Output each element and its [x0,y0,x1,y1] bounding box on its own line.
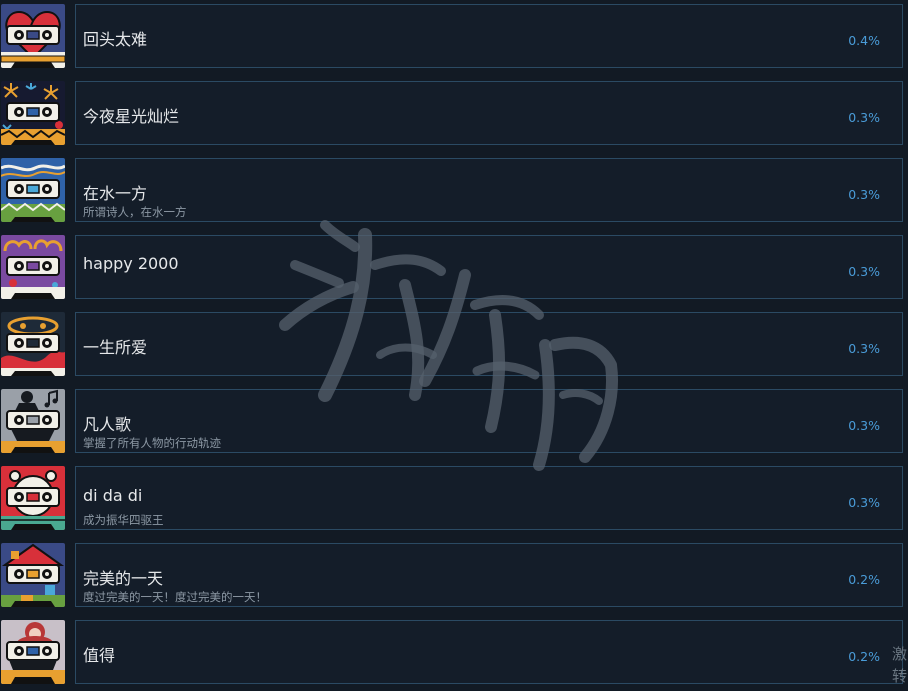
achievement-title: 今夜星光灿烂 [83,107,180,126]
corner-overlay-text: 激转 [892,645,908,685]
achievement-title: 凡人歌 [83,415,132,434]
achievement-title: di da di [83,486,143,505]
achievement-description: 成为振华四驱王 [83,513,164,527]
perfect-day-cassette-icon [1,543,65,607]
achievement-card: 在水一方 所谓诗人，在水一方 0.3% [75,158,903,222]
achievement-percent: 0.3% [848,341,880,356]
achievement-percent: 0.2% [848,649,880,664]
achievement-row[interactable]: 完美的一天 度过完美的一天！度过完美的一天！ 0.2% [0,543,908,609]
achievement-row[interactable]: di da di 成为振华四驱王 0.3% [0,466,908,532]
clock-cassette-icon [1,466,65,530]
achievement-card: 完美的一天 度过完美的一天！度过完美的一天！ 0.2% [75,543,903,607]
achievement-row[interactable]: 凡人歌 掌握了所有人物的行动轨迹 0.3% [0,389,908,455]
achievement-row[interactable]: 一生所爱 0.3% [0,312,908,378]
achievement-title: happy 2000 [83,254,179,273]
achievement-card: 值得 0.2% [75,620,903,684]
achievement-description: 所谓诗人，在水一方 [83,205,187,219]
achievement-row[interactable]: 值得 0.2% [0,620,908,686]
achievement-row[interactable]: 在水一方 所谓诗人，在水一方 0.3% [0,158,908,224]
achievement-percent: 0.4% [848,33,880,48]
achievement-title: 完美的一天 [83,569,164,588]
achievement-percent: 0.3% [848,264,880,279]
singer-cassette-icon [1,389,65,453]
achievement-title: 在水一方 [83,184,148,203]
achievement-description: 度过完美的一天！度过完美的一天！ [83,590,267,604]
achievement-description: 掌握了所有人物的行动轨迹 [83,436,221,450]
achievement-percent: 0.3% [848,110,880,125]
achievement-card: 凡人歌 掌握了所有人物的行动轨迹 0.3% [75,389,903,453]
achievement-percent: 0.2% [848,572,880,587]
fireworks-cassette-icon [1,81,65,145]
achievement-row[interactable]: 回头太难 0.4% [0,4,908,70]
worth-it-cassette-icon [1,620,65,684]
achievement-percent: 0.3% [848,187,880,202]
achievement-row[interactable]: happy 2000 0.3% [0,235,908,301]
river-cassette-icon [1,158,65,222]
achievement-title: 一生所爱 [83,338,148,357]
achievement-percent: 0.3% [848,418,880,433]
achievement-card: 回头太难 0.4% [75,4,903,68]
achievement-title: 值得 [83,646,116,665]
achievement-card: di da di 成为振华四驱王 0.3% [75,466,903,530]
achievement-card: 一生所爱 0.3% [75,312,903,376]
achievement-card: 今夜星光灿烂 0.3% [75,81,903,145]
broken-heart-cassette-icon [1,4,65,68]
achievement-row[interactable]: 今夜星光灿烂 0.3% [0,81,908,147]
achievement-card: happy 2000 0.3% [75,235,903,299]
party-2000-cassette-icon [1,235,65,299]
achievement-percent: 0.3% [848,495,880,510]
achievement-title: 回头太难 [83,30,148,49]
lifelong-love-cassette-icon [1,312,65,376]
